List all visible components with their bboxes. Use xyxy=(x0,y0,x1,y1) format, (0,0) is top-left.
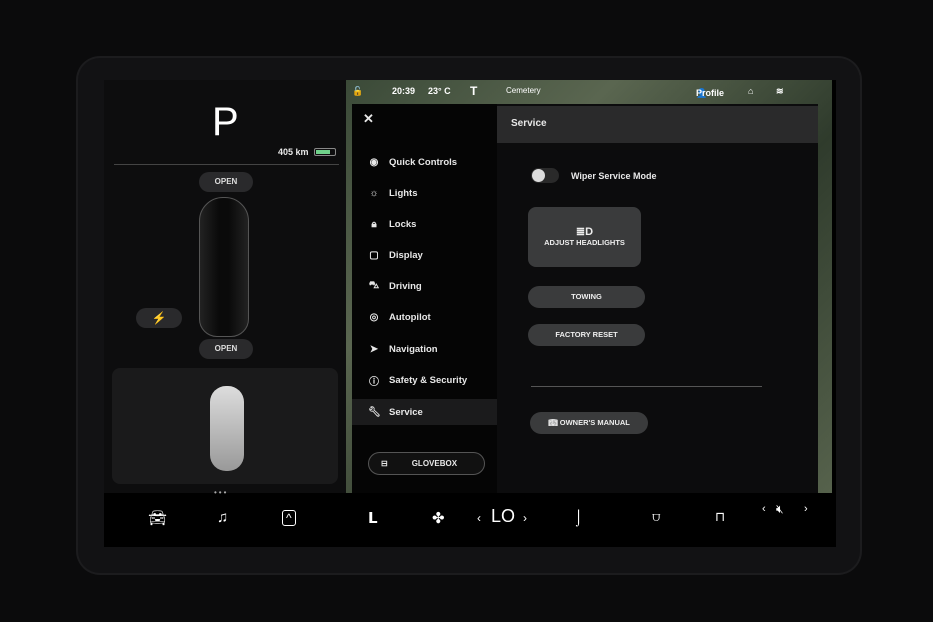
wrench-icon: 🔧︎ xyxy=(368,406,381,418)
car-top-view xyxy=(199,197,249,337)
front-defrost-icon[interactable]: ⩌ xyxy=(652,509,660,525)
factory-reset-button[interactable]: FACTORY RESET xyxy=(528,324,645,346)
open-trunk-button[interactable]: OPEN xyxy=(199,339,253,359)
book-icon: 📖︎ xyxy=(548,418,558,427)
close-icon[interactable]: ✕ xyxy=(363,111,374,127)
rear-defrost-icon[interactable]: ⊓ xyxy=(715,509,725,525)
driver-seat-heater-icon[interactable]: 𝗟 xyxy=(368,509,378,527)
nav-label: Locks xyxy=(389,218,417,230)
divider xyxy=(531,386,762,387)
volume-down-button[interactable]: ‹ xyxy=(762,503,766,515)
mute-icon[interactable]: 🔇︎ xyxy=(776,502,784,517)
status-bar: 🔓 20:39 23° C T Cemetery 👤 Profile ⌂ ≋ xyxy=(346,84,832,100)
touchscreen: P 405 km OPEN ⚡ OPEN ••• 🔓 20:39 23° C T… xyxy=(104,80,836,547)
display-icon: ▢ xyxy=(369,249,379,261)
settings-nav: ✕ ◉ Quick Controls ☼ Lights 🔒︎ Locks ▢ Displ… xyxy=(352,104,497,493)
nav-display[interactable]: ▢ Display xyxy=(352,242,497,268)
nav-label: Safety & Security xyxy=(389,374,468,386)
nav-service[interactable]: 🔧︎ Service xyxy=(352,399,497,425)
panel-title: Service xyxy=(497,106,818,143)
map-label: Cemetery xyxy=(506,86,541,95)
lock-icon: 🔒︎ xyxy=(371,218,377,230)
lightning-icon: ⚡ xyxy=(151,311,167,325)
gear-indicator: P xyxy=(212,100,239,144)
outside-temp: 23° C xyxy=(428,86,451,96)
towing-button[interactable]: TOWING xyxy=(528,286,645,308)
owners-manual-label: OWNER'S MANUAL xyxy=(559,418,630,427)
car-status-panel: P 405 km OPEN ⚡ OPEN ••• xyxy=(104,80,346,497)
nav-label: Quick Controls xyxy=(389,156,458,168)
lock-icon[interactable]: 🔓 xyxy=(352,86,363,97)
temp-up-button[interactable]: › xyxy=(523,511,527,525)
car-card[interactable] xyxy=(112,368,338,484)
service-panel: Service Wiper Service Mode ≣D ADJUST HEAD… xyxy=(497,104,818,493)
glovebox-label: GLOVEBOX xyxy=(411,459,458,468)
steering-wheel-icon: ◎ xyxy=(369,311,379,323)
settings-modal: ✕ ◉ Quick Controls ☼ Lights 🔒︎ Locks ▢ Displ… xyxy=(352,104,818,493)
tesla-logo-icon[interactable]: T xyxy=(470,84,477,98)
nav-navigation[interactable]: ➤ Navigation xyxy=(352,336,497,362)
nav-label: Navigation xyxy=(389,343,438,355)
nav-label: Driving xyxy=(389,280,422,292)
toggle-icon: ◉ xyxy=(369,156,379,168)
adjust-headlights-button[interactable]: ≣D ADJUST HEADLIGHTS xyxy=(528,207,641,267)
music-icon[interactable]: ♫ xyxy=(217,509,228,526)
nav-quick-controls[interactable]: ◉ Quick Controls xyxy=(352,149,497,175)
nav-label: Display xyxy=(389,249,423,261)
nav-lights[interactable]: ☼ Lights xyxy=(352,180,497,206)
passenger-seat-heater-icon[interactable]: ⌡ xyxy=(574,509,583,526)
headlight-icon: ≣D xyxy=(575,226,594,238)
wiper-service-label: Wiper Service Mode xyxy=(571,171,657,181)
fan-icon[interactable]: ✤ xyxy=(432,509,445,527)
car-icon[interactable]: 🚘︎ xyxy=(148,509,167,527)
alert-icon: ⓘ xyxy=(369,376,379,388)
nav-locks[interactable]: 🔒︎ Locks xyxy=(352,211,497,237)
clock: 20:39 xyxy=(392,86,416,96)
profile-label: Profile xyxy=(696,88,725,98)
adjust-headlights-label: ADJUST HEADLIGHTS xyxy=(544,238,625,247)
battery-icon xyxy=(314,148,336,156)
owners-manual-button[interactable]: 📖︎ OWNER'S MANUAL xyxy=(530,412,648,434)
wifi-icon: ≋ xyxy=(776,86,784,96)
nav-driving[interactable]: ⛍ Driving xyxy=(352,273,497,299)
app-launcher-icon[interactable]: ^ xyxy=(282,510,296,526)
homelink-icon[interactable]: ⌂ xyxy=(748,86,753,96)
sun-icon: ☼ xyxy=(369,187,379,199)
nav-label: Lights xyxy=(389,187,418,199)
nav-autopilot[interactable]: ◎ Autopilot xyxy=(352,304,497,330)
volume-up-button[interactable]: › xyxy=(804,503,808,515)
glovebox-icon: ⊟ xyxy=(381,459,388,468)
car-icon: ⛍ xyxy=(368,279,380,291)
car-image xyxy=(210,386,244,471)
nav-label: Autopilot xyxy=(389,311,431,323)
nav-safety-security[interactable]: ⓘ Safety & Security xyxy=(352,367,497,393)
cabin-temp[interactable]: LO xyxy=(491,506,515,527)
bottom-bar: 🚘︎ ♫ ^ 𝗟 ✤ ‹ LO › ⌡ ⩌ ⊓ ‹ 🔇︎ › xyxy=(104,495,836,547)
range-readout: 405 km xyxy=(278,147,309,157)
temp-down-button[interactable]: ‹ xyxy=(477,511,481,525)
divider xyxy=(114,164,339,165)
nav-label: Service xyxy=(389,406,423,418)
open-frunk-button[interactable]: OPEN xyxy=(199,172,253,192)
charge-port-button[interactable]: ⚡ xyxy=(136,308,182,328)
glovebox-button[interactable]: ⊟ GLOVEBOX xyxy=(368,452,485,475)
navigation-icon: ➤ xyxy=(369,343,379,355)
wiper-service-toggle[interactable] xyxy=(531,168,559,183)
